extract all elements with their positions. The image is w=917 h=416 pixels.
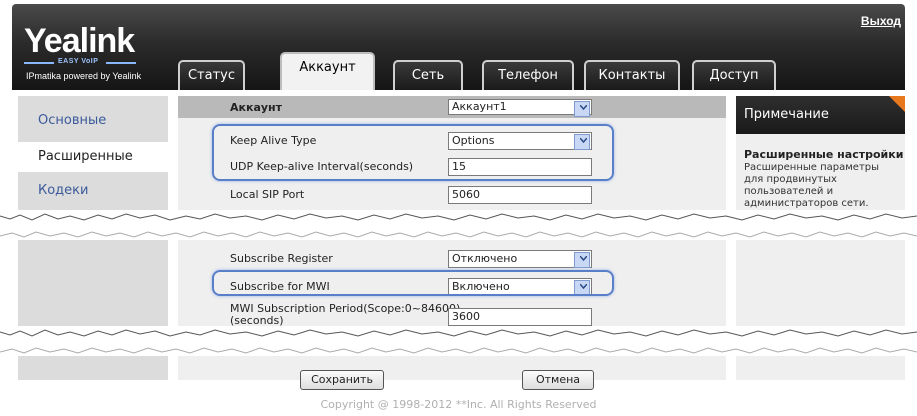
note-corner-icon bbox=[889, 96, 905, 112]
local-sip-port-label: Local SIP Port bbox=[230, 188, 305, 201]
highlight-keepalive bbox=[212, 124, 614, 181]
sidebar-item-codecs[interactable]: Кодеки bbox=[18, 176, 168, 206]
sidebar-item-advanced[interactable]: Расширенные bbox=[18, 142, 168, 172]
mwi-period-input[interactable]: 3600 bbox=[448, 308, 592, 326]
note-text: Расширенные параметры для продвинутых по… bbox=[744, 162, 880, 209]
note-header: Примечание bbox=[736, 96, 905, 134]
logout-link[interactable]: Выход bbox=[861, 14, 901, 28]
chevron-down-icon bbox=[580, 105, 587, 110]
subscribe-register-label: Subscribe Register bbox=[230, 252, 333, 265]
tab-contacts[interactable]: Контакты bbox=[584, 60, 680, 90]
account-select[interactable]: Аккаунт1 bbox=[448, 99, 592, 117]
copyright-footer: Copyright @ 1998-2012 **Inc. All Rights … bbox=[320, 398, 597, 411]
local-sip-port-input[interactable]: 5060 bbox=[448, 186, 592, 204]
highlight-mwi bbox=[212, 270, 614, 296]
brand-logo: Yealink bbox=[24, 22, 135, 60]
logo-subline: EASY VoIP bbox=[24, 58, 136, 66]
brand-tagline: IPmatika powered by Yealink bbox=[26, 71, 142, 81]
tab-access[interactable]: Доступ bbox=[692, 60, 776, 90]
note-title: Расширенные настройки bbox=[744, 148, 904, 161]
tab-account[interactable]: Аккаунт bbox=[280, 52, 375, 90]
chevron-down-icon bbox=[580, 284, 587, 289]
top-header: Yealink EASY VoIP IPmatika powered by Ye… bbox=[12, 4, 905, 90]
sidebar-item-basic[interactable]: Основные bbox=[18, 106, 168, 136]
account-label: Аккаунт bbox=[230, 101, 283, 114]
torn-separator bbox=[0, 210, 917, 240]
torn-separator bbox=[0, 326, 917, 356]
save-button[interactable]: Сохранить bbox=[300, 370, 384, 390]
chevron-down-icon bbox=[580, 256, 587, 261]
tab-network[interactable]: Сеть bbox=[393, 60, 463, 90]
chevron-down-icon bbox=[580, 138, 587, 143]
tab-phone[interactable]: Телефон bbox=[482, 60, 574, 90]
tab-status[interactable]: Статус bbox=[178, 60, 245, 90]
subscribe-register-select[interactable]: Отключено bbox=[448, 250, 592, 268]
cancel-button[interactable]: Отмена bbox=[522, 370, 594, 390]
